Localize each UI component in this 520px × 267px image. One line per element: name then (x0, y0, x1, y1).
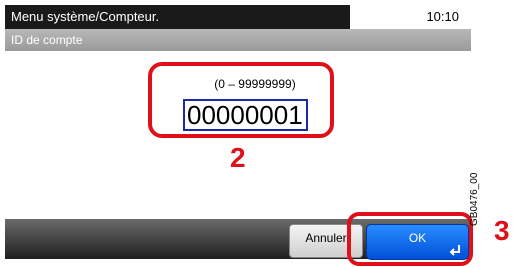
top-bar: Menu système/Compteur. 10:10 (5, 5, 471, 29)
input-highlight-box (148, 62, 334, 138)
menu-path-title: Menu système/Compteur. (5, 5, 350, 29)
clock-time: 10:10 (350, 5, 471, 29)
screen-title: ID de compte (5, 29, 471, 51)
step-number-3: 3 (494, 215, 510, 246)
step-number-2: 2 (230, 142, 246, 173)
figure-code: GB0476_00 (469, 172, 480, 226)
ok-highlight-box (347, 212, 473, 266)
